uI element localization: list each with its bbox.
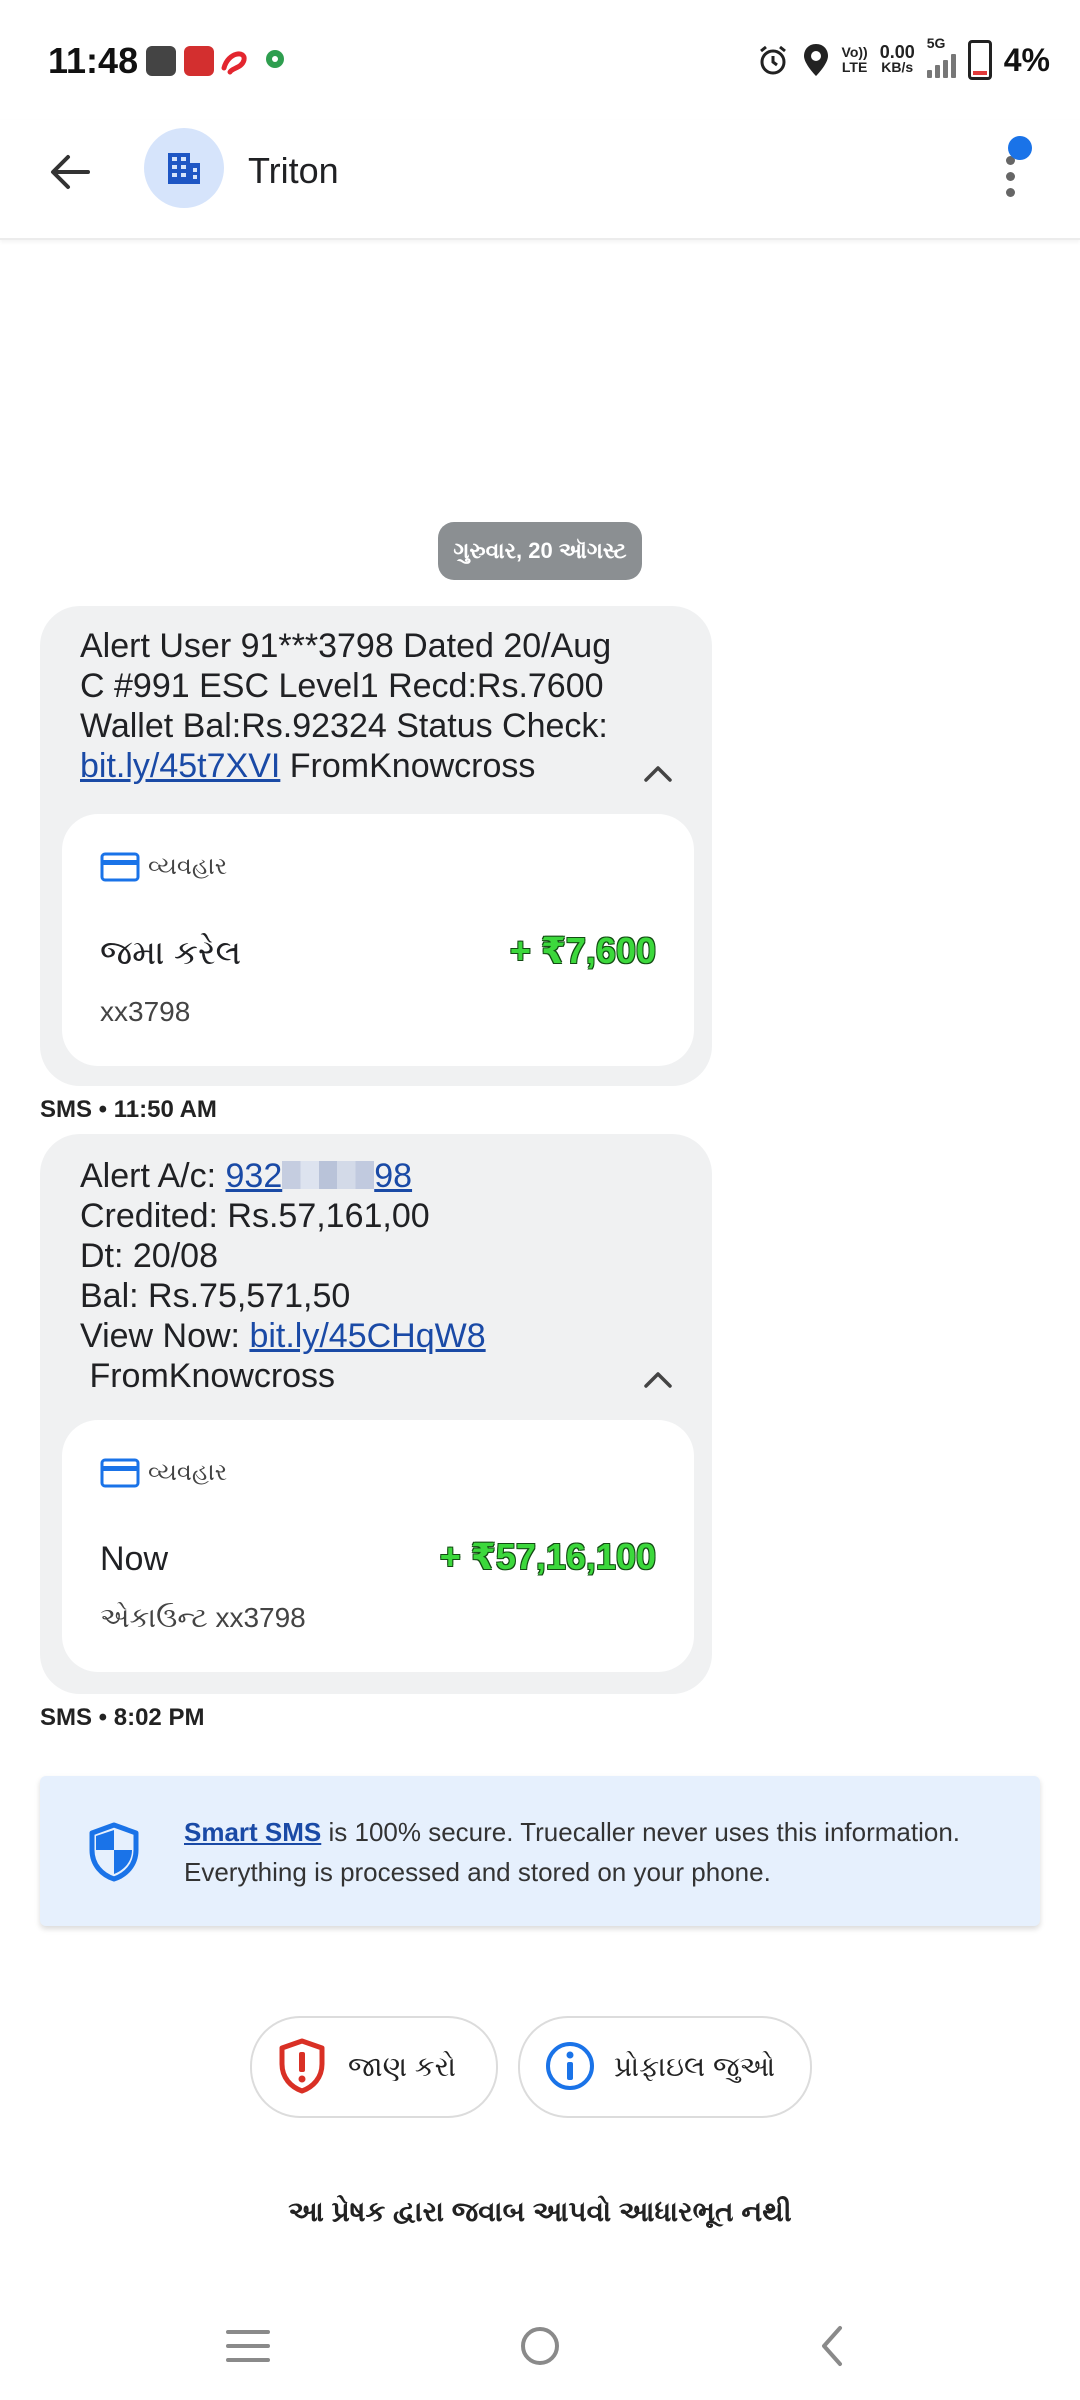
avatar[interactable] [144, 128, 224, 208]
message-sender-tag: FromKnowcross [280, 747, 536, 785]
credit-card-icon [100, 852, 140, 882]
transaction-account: એકાઉન્ટ xx3798 [100, 1602, 306, 1633]
transaction-amount: + ₹7,600 [509, 930, 656, 971]
smart-sms-link[interactable]: Smart SMS [184, 1817, 321, 1847]
signal-icon: 5G [926, 36, 956, 78]
more-vert-icon-dot [1006, 172, 1015, 181]
airtel-notification-icon [220, 46, 250, 76]
message-line: Bal: Rs.75,571,50 [80, 1277, 351, 1315]
date-separator: ગુરુવાર, 20 ઑગસ્ટ [438, 522, 642, 580]
report-label: જાણ કરો [348, 2050, 457, 2082]
alarm-icon [759, 45, 786, 75]
navigation-bar [0, 2300, 1080, 2400]
smart-sms-banner: Smart SMS is 100% secure. Truecaller nev… [40, 1776, 1040, 1926]
transaction-amount: + ₹57,16,100 [439, 1536, 656, 1577]
back-button[interactable] [38, 140, 102, 204]
business-icon [168, 153, 200, 184]
notification-badge [1008, 136, 1032, 160]
menu-nav-icon[interactable] [226, 2328, 270, 2364]
smart-sms-text: Smart SMS is 100% secure. Truecaller nev… [184, 1812, 1024, 1892]
message-link[interactable]: bit.ly/45t7XVI [80, 747, 280, 785]
transaction-type: જમા કરેલ [100, 934, 242, 972]
location-notification-icon [260, 46, 290, 76]
message-line: View Now: bit.ly/45CHqW8 [80, 1316, 486, 1356]
message-meta: SMS • 8:02 PM [40, 1704, 205, 1731]
status-time: 11:48 [48, 40, 139, 81]
arrow-back-icon [51, 155, 90, 189]
battery-percent: 4% [1003, 41, 1050, 78]
chevron-up-icon[interactable] [638, 754, 678, 794]
transaction-card[interactable]: વ્યવહાર જમા કરેલ + ₹7,600 xx3798 [62, 814, 694, 1066]
status-icons: Vo)) LTE 0.00 KB/s 5G 4% [756, 36, 1050, 80]
transaction-card[interactable]: વ્યવહાર Now + ₹57,16,100 એકાઉન્ટ xx3798 [62, 1420, 694, 1672]
redacted-digits [282, 1161, 375, 1189]
message-bubble[interactable]: Alert User 91***3798 Dated 20/Aug C #991… [40, 606, 712, 1086]
view-profile-label: પ્રોફાઇલ જુઓ [614, 2050, 776, 2082]
message-bubble[interactable]: Alert A/c: 932 98 Credited: Rs.57,161,00 … [40, 1134, 712, 1694]
back-nav-icon[interactable] [816, 2324, 848, 2368]
transaction-header: વ્યવહાર [100, 1458, 227, 1488]
message-prefix: Alert A/c: [80, 1157, 226, 1195]
app-bar: Triton [0, 120, 1080, 240]
message-line: FromKnowcross [80, 1357, 336, 1395]
message-line: Alert A/c: 932 98 [80, 1156, 412, 1196]
reply-not-supported-note: આ પ્રેષક દ્વારા જવાબ આપવો આધારભૂત નથી [288, 2196, 792, 2227]
app-notification-icon [184, 46, 214, 76]
message-prefix: View Now: [80, 1317, 250, 1355]
transaction-type: Now [100, 1540, 169, 1578]
message-line: bit.ly/45t7XVI FromKnowcross [80, 746, 535, 786]
message-line: Wallet Bal:Rs.92324 Status Check: [80, 707, 608, 745]
more-options-button[interactable] [990, 136, 1040, 206]
location-icon [803, 44, 828, 76]
message-link[interactable]: bit.ly/45CHqW8 [249, 1317, 485, 1355]
message-line: Dt: 20/08 [80, 1237, 218, 1275]
report-button[interactable]: જાણ કરો [250, 2016, 498, 2118]
report-shield-icon [279, 2038, 325, 2094]
transaction-header-label: વ્યવહાર [148, 1459, 228, 1486]
more-vert-icon-dot [1006, 188, 1015, 197]
network-speed: 0.00 KB/s [879, 42, 915, 75]
shield-icon [89, 1822, 139, 1882]
view-profile-button[interactable]: પ્રોફાઇલ જુઓ [518, 2016, 812, 2118]
account-number-link[interactable]: 932 98 [226, 1157, 413, 1195]
credit-card-icon [100, 1458, 140, 1488]
message-line: Credited: Rs.57,161,00 [80, 1197, 430, 1235]
call-notification-icon [146, 46, 176, 76]
info-icon [546, 2042, 594, 2090]
transaction-account: xx3798 [100, 996, 191, 1027]
transaction-header-label: વ્યવહાર [148, 853, 228, 880]
status-bar: 11:48 Vo)) LTE 0.00 KB/s 5G 4% [0, 0, 1080, 120]
transaction-header: વ્યવહાર [100, 852, 227, 882]
battery-icon [967, 40, 992, 80]
volte-indicator: Vo)) LTE [841, 44, 868, 75]
chevron-up-icon[interactable] [638, 1360, 678, 1400]
message-meta: SMS • 11:50 AM [40, 1096, 217, 1123]
message-line: Alert User 91***3798 Dated 20/Aug [80, 627, 612, 665]
contact-name[interactable]: Triton [248, 150, 339, 192]
home-nav-icon[interactable] [518, 2324, 562, 2368]
message-line: C #991 ESC Level1 Recd:Rs.7600 [80, 667, 604, 705]
